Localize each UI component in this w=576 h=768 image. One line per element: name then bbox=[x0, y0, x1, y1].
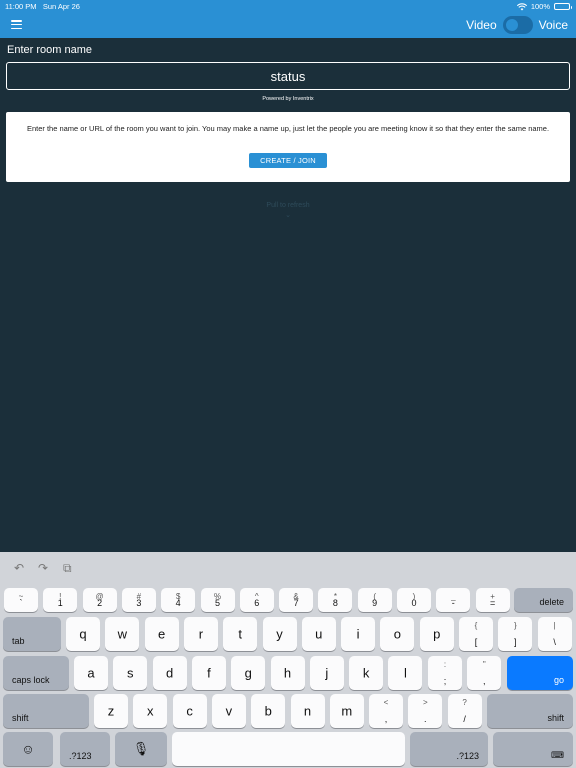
space-key[interactable] bbox=[172, 732, 405, 766]
battery-icon bbox=[554, 3, 572, 10]
key-r[interactable]: r bbox=[183, 617, 218, 651]
key-i[interactable]: i bbox=[341, 617, 376, 651]
key-a[interactable]: a bbox=[74, 656, 108, 690]
key-`[interactable]: ~ ` bbox=[4, 588, 38, 612]
shift-key-right[interactable]: shift bbox=[487, 694, 573, 728]
key-sym-2[interactable]: ? / bbox=[447, 694, 482, 728]
room-name-input[interactable] bbox=[6, 62, 570, 90]
key-t[interactable]: t bbox=[223, 617, 258, 651]
key-k[interactable]: k bbox=[349, 656, 384, 690]
emoji-key[interactable]: ☺ bbox=[3, 732, 53, 766]
caps-lock-key[interactable]: caps lock bbox=[3, 656, 69, 690]
key-w[interactable]: w bbox=[105, 617, 140, 651]
key-y[interactable]: y bbox=[262, 617, 297, 651]
key-=[interactable]: + = bbox=[475, 588, 510, 612]
key-8[interactable]: * 8 bbox=[318, 588, 353, 612]
key-l[interactable]: l bbox=[388, 656, 423, 690]
key-m[interactable]: m bbox=[329, 694, 364, 728]
shift-key-left[interactable]: shift bbox=[3, 694, 89, 728]
key-q[interactable]: q bbox=[66, 617, 100, 651]
video-label: Video bbox=[466, 18, 497, 32]
key-7[interactable]: & 7 bbox=[279, 588, 314, 612]
key-sym-1[interactable]: >. bbox=[408, 694, 443, 728]
battery-percent: 100% bbox=[530, 2, 550, 11]
go-key[interactable]: go bbox=[507, 656, 573, 690]
key-c[interactable]: c bbox=[172, 694, 207, 728]
key-f[interactable]: f bbox=[191, 656, 226, 690]
pull-down-arrow-icon: ⌄ bbox=[285, 212, 291, 219]
key-0[interactable]: ) 0 bbox=[397, 588, 431, 612]
on-screen-keyboard: ↶ ↷ ⧉ ~ `! 1 @2 #3 $4% 5 ^ 6 & 7 * 8(9) 0 _ - + = delete ta… bbox=[0, 552, 576, 768]
key-[[interactable]: {[ bbox=[459, 617, 493, 651]
dictation-key[interactable]: 🎙 bbox=[115, 732, 167, 766]
key--[interactable]: _ - bbox=[436, 588, 471, 612]
delete-key[interactable]: delete bbox=[514, 588, 573, 612]
instructions-card: Enter the name or URL of the room you wa… bbox=[6, 112, 570, 182]
key-\[interactable]: | \ bbox=[537, 617, 572, 651]
wifi-icon bbox=[516, 2, 527, 10]
key-sym-0[interactable]: <, bbox=[369, 694, 403, 728]
key-4[interactable]: $4 bbox=[161, 588, 196, 612]
create-join-button[interactable]: CREATE / JOIN bbox=[249, 153, 327, 168]
mode-switch: Video Voice bbox=[466, 16, 568, 34]
key-h[interactable]: h bbox=[270, 656, 305, 690]
status-time: 11:00 PM Sun Apr 26 bbox=[5, 2, 80, 11]
key-][interactable]: }] bbox=[498, 617, 533, 651]
key-o[interactable]: o bbox=[380, 617, 415, 651]
keyboard-toolbar: ↶ ↷ ⧉ bbox=[0, 552, 576, 584]
redo-icon[interactable]: ↷ bbox=[38, 561, 48, 575]
powered-by-text: Powered by Inventrix bbox=[262, 96, 314, 102]
key-x[interactable]: x bbox=[133, 694, 168, 728]
numbers-key-right[interactable]: .?123 bbox=[410, 732, 488, 766]
key-p[interactable]: p bbox=[419, 617, 454, 651]
hamburger-menu-icon[interactable] bbox=[11, 20, 22, 29]
key-j[interactable]: j bbox=[309, 656, 344, 690]
video-voice-toggle[interactable] bbox=[502, 16, 533, 34]
voice-label: Voice bbox=[538, 18, 568, 32]
key-punct-0[interactable]: :; bbox=[428, 656, 462, 690]
app-header: 11:00 PM Sun Apr 26 100% Video Voice bbox=[0, 0, 576, 38]
key-9[interactable]: (9 bbox=[357, 588, 392, 612]
instructions-text: Enter the name or URL of the room you wa… bbox=[26, 124, 550, 133]
room-name-label: Enter room name bbox=[7, 44, 92, 56]
key-s[interactable]: s bbox=[113, 656, 148, 690]
key-n[interactable]: n bbox=[290, 694, 325, 728]
hide-keyboard-key[interactable]: ⌨ bbox=[493, 732, 573, 766]
key-5[interactable]: % 5 bbox=[200, 588, 235, 612]
key-u[interactable]: u bbox=[301, 617, 336, 651]
key-e[interactable]: e bbox=[144, 617, 179, 651]
key-g[interactable]: g bbox=[231, 656, 266, 690]
key-3[interactable]: #3 bbox=[121, 588, 156, 612]
key-d[interactable]: d bbox=[152, 656, 187, 690]
key-1[interactable]: ! 1 bbox=[43, 588, 78, 612]
status-bar: 11:00 PM Sun Apr 26 100% bbox=[5, 2, 572, 12]
key-z[interactable]: z bbox=[94, 694, 128, 728]
key-2[interactable]: @2 bbox=[82, 588, 117, 612]
status-right: 100% bbox=[516, 2, 572, 11]
paste-icon[interactable]: ⧉ bbox=[63, 561, 72, 576]
pull-to-refresh-text: Pull to refresh bbox=[266, 202, 310, 209]
key-punct-1[interactable]: ", bbox=[467, 656, 502, 690]
tab-key[interactable]: tab bbox=[3, 617, 61, 651]
undo-icon[interactable]: ↶ bbox=[14, 561, 24, 575]
key-6[interactable]: ^ 6 bbox=[239, 588, 274, 612]
key-b[interactable]: b bbox=[251, 694, 286, 728]
numbers-key-left[interactable]: .?123 bbox=[60, 732, 110, 766]
key-v[interactable]: v bbox=[211, 694, 246, 728]
